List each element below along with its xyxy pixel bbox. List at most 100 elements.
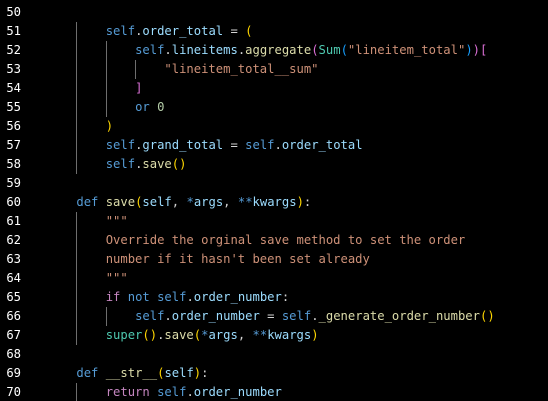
code-token: lineitems (171, 43, 238, 57)
code-line[interactable]: 56 ) (0, 117, 548, 136)
code-line[interactable]: 61 """ (0, 212, 548, 231)
code-token: * (186, 195, 194, 209)
indent-guide (76, 22, 77, 174)
code-line[interactable]: 50 (0, 3, 548, 22)
code-token: save (142, 157, 172, 171)
code-token: [ (480, 43, 488, 57)
code-line[interactable]: 57 self.grand_total = self.order_total (0, 136, 548, 155)
code-token: grand_total (142, 138, 224, 152)
code-token: ] (135, 81, 143, 95)
line-number: 57 (6, 138, 21, 152)
code-token: . (164, 43, 172, 57)
line-number: 54 (6, 81, 21, 95)
code-text: self.order_number = self._generate_order… (47, 307, 495, 326)
code-token: ) (472, 43, 480, 57)
code-line[interactable]: 68 (0, 345, 548, 364)
line-number: 58 (6, 157, 21, 171)
line-number: 65 (6, 290, 21, 304)
code-token: number if it hasn't been set already (105, 252, 370, 266)
code-token: . (274, 138, 282, 152)
code-token: def (76, 195, 99, 209)
code-token: kwargs (267, 328, 312, 342)
line-number: 66 (6, 309, 21, 323)
indent-guide (135, 60, 136, 79)
code-line[interactable]: 55 or 0 (0, 98, 548, 117)
code-token: def (76, 366, 99, 380)
code-line[interactable]: 59 (0, 174, 548, 193)
code-line[interactable]: 67 super().save(*args, **kwargs) (0, 326, 548, 345)
line-number: 56 (6, 119, 21, 133)
code-token: ( (311, 43, 319, 57)
code-token: super (105, 328, 143, 342)
code-text: def __str__(self): (47, 364, 208, 383)
code-token: ( (245, 24, 253, 38)
code-token: ) (296, 195, 304, 209)
code-token: self (157, 290, 187, 304)
code-text: number if it hasn't been set already (47, 250, 370, 269)
indent-guide (76, 212, 77, 345)
code-token: self (105, 157, 136, 171)
code-token: () (479, 309, 495, 323)
code-token: not (127, 290, 150, 304)
code-token: ** (237, 195, 253, 209)
code-text: def save(self, *args, **kwargs): (47, 193, 311, 212)
code-line[interactable]: 52 self.lineitems.aggregate(Sum("lineite… (0, 41, 548, 60)
line-number: 67 (6, 328, 21, 342)
line-number: 53 (6, 62, 21, 76)
indent-guide (76, 383, 77, 401)
indent-guide (106, 41, 107, 117)
code-line[interactable]: 65 if not self.order_number: (0, 288, 548, 307)
code-token: self (135, 309, 165, 323)
line-number: 60 (6, 195, 21, 209)
code-token: self (142, 195, 172, 209)
code-token: "lineitem_total__sum" (164, 62, 319, 76)
code-token: . (311, 309, 319, 323)
line-number: 51 (6, 24, 21, 38)
code-token: : (201, 366, 209, 380)
code-token: self (281, 309, 312, 323)
code-text: ] (47, 79, 142, 98)
code-token: 0 (157, 100, 165, 114)
code-token: args (193, 195, 224, 209)
code-text: ) (47, 117, 113, 136)
code-editor[interactable]: 50 51 self.order_total = (52 self.lineite… (0, 0, 548, 401)
code-line[interactable]: 63 number if it hasn't been set already (0, 250, 548, 269)
code-token: save (105, 195, 136, 209)
code-token: () (171, 157, 187, 171)
code-text: if not self.order_number: (47, 288, 290, 307)
code-text: self.grand_total = self.order_total (47, 136, 363, 155)
code-line[interactable]: 53 "lineitem_total__sum" (0, 60, 548, 79)
code-token: ) (465, 43, 473, 57)
line-number: 68 (6, 347, 21, 361)
code-line[interactable]: 70 return self.order_number (0, 383, 548, 401)
code-line[interactable]: 66 self.order_number = self._generate_or… (0, 307, 548, 326)
code-line[interactable]: 51 self.order_total = ( (0, 22, 548, 41)
code-token: """ (105, 214, 128, 228)
code-token: self (245, 138, 275, 152)
code-token: self (135, 43, 165, 57)
code-token: order_total (142, 24, 224, 38)
code-line[interactable]: 62 Override the orginal save method to s… (0, 231, 548, 250)
code-line[interactable]: 69 def __str__(self): (0, 364, 548, 383)
code-token: __str__ (105, 366, 158, 380)
code-token: () (142, 328, 158, 342)
code-token: or (135, 100, 150, 114)
line-number: 50 (6, 5, 21, 19)
code-text: self.save() (47, 155, 187, 174)
code-text: """ (47, 212, 128, 231)
code-line[interactable]: 58 self.save() (0, 155, 548, 174)
code-token: self (105, 138, 136, 152)
code-line[interactable]: 64 """ (0, 269, 548, 288)
code-line[interactable]: 60 def save(self, *args, **kwargs): (0, 193, 548, 212)
code-token: = (223, 138, 246, 152)
code-token: : (281, 290, 290, 304)
code-line[interactable]: 54 ] (0, 79, 548, 98)
code-text: Override the orginal save method to set … (47, 231, 466, 250)
